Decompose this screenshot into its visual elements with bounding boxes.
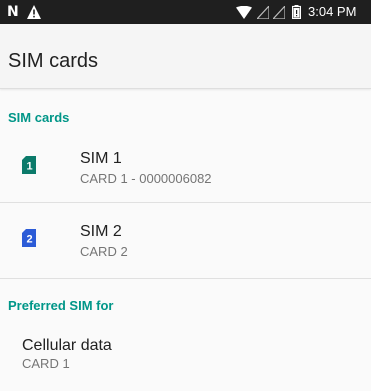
status-bar: N 3:04 PM — [0, 0, 371, 24]
signal-icon — [273, 6, 285, 19]
section-header-sim-cards: SIM cards — [8, 110, 70, 125]
sim-2-item[interactable]: 2 SIM 2 CARD 2 — [0, 203, 371, 275]
svg-text:2: 2 — [26, 234, 32, 246]
battery-icon — [292, 5, 301, 19]
app-bar: SIM cards — [0, 24, 371, 89]
sim-2-subtitle: CARD 2 — [80, 244, 128, 259]
divider — [0, 278, 371, 279]
svg-text:1: 1 — [26, 161, 32, 173]
cellular-data-label: Cellular data — [22, 337, 112, 354]
wifi-icon — [236, 6, 252, 19]
sim-card-icon: 2 — [22, 229, 36, 247]
sim-1-item[interactable]: 1 SIM 1 CARD 1 - 0000006082 — [0, 130, 371, 202]
sim-1-subtitle: CARD 1 - 0000006082 — [80, 171, 212, 186]
page-title: SIM cards — [8, 50, 99, 72]
sim-1-title: SIM 1 — [80, 150, 122, 167]
sim-card-icon: 1 — [22, 156, 36, 174]
status-time: 3:04 PM — [308, 4, 357, 19]
cellular-data-value: CARD 1 — [22, 356, 70, 371]
signal-icon — [257, 6, 269, 19]
section-header-preferred-sim: Preferred SIM for — [8, 298, 114, 313]
n-icon: N — [7, 4, 19, 20]
sim-2-title: SIM 2 — [80, 223, 122, 240]
warning-icon — [27, 5, 41, 19]
